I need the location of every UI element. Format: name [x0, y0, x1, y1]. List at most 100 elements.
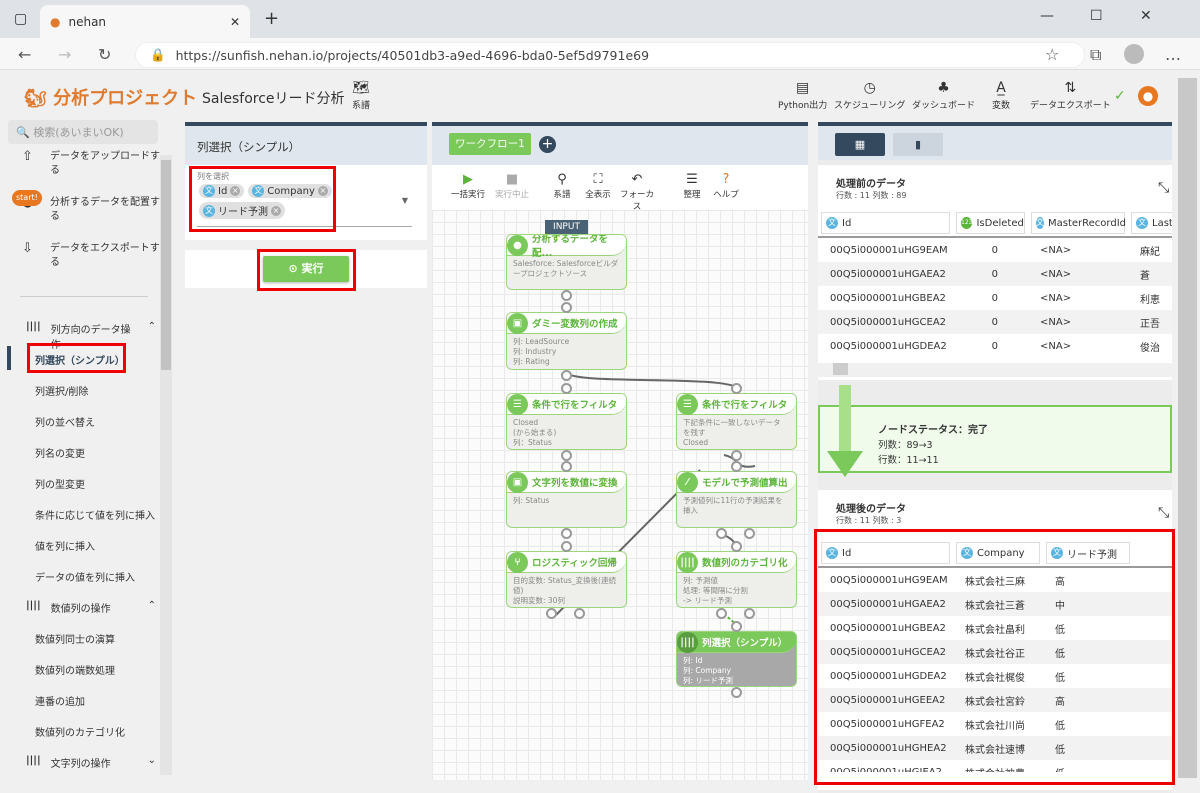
output-port[interactable] — [546, 608, 557, 619]
workflow-tool-button[interactable]: ▶ 一括実行 — [448, 172, 488, 200]
column-name: IsDeleted — [976, 217, 1024, 229]
table-cell: <NA> — [1040, 268, 1072, 280]
output-port[interactable] — [574, 608, 585, 619]
node-type-icon: ⑂ — [507, 552, 528, 573]
input-port[interactable] — [731, 383, 742, 394]
node-header: ● 分析するデータを配... — [507, 234, 626, 259]
node-header: ▣ ダミー変数列の作成 — [507, 313, 626, 334]
workflow-node[interactable]: ☰ 条件で行をフィルタ Closed (から始まる) 列：Status — [506, 393, 627, 450]
table-row[interactable]: 00Q5i000001uHGCEA2 0 <NA> 正吾 — [818, 310, 1172, 334]
column-name: LastNar — [1152, 217, 1172, 229]
node-body: 列: Status — [507, 493, 626, 509]
table-cell: 00Q5i000001uHGAEA2 — [830, 268, 946, 280]
workflow-node[interactable]: ☰ 条件で行をフィルタ 下記条件に一致しないデータ を残す Closed — [676, 393, 797, 450]
node-body-line: ープロジェクトソース — [513, 269, 588, 278]
column-name: Id — [842, 217, 852, 229]
expand-icon[interactable]: ⤡ — [1158, 505, 1169, 521]
table-header: 文 Id 123IsDeleted 文 MasterRecordId 文 LastNar — [818, 210, 1172, 238]
workflow-tool-button[interactable]: ⛶ 全表示 — [578, 172, 618, 200]
node-body-line: 列：Status — [513, 438, 552, 447]
input-port[interactable] — [561, 541, 572, 552]
input-port[interactable] — [561, 383, 572, 394]
horizontal-scrollbar[interactable] — [818, 363, 1172, 377]
table-row[interactable]: 00Q5i000001uHGDEA2 0 <NA> 俊治 — [818, 334, 1172, 358]
table-cell: <NA> — [1040, 316, 1072, 328]
table-cell: 俊治 — [1140, 342, 1160, 354]
table-cell: 0 — [991, 316, 998, 328]
input-port[interactable] — [561, 461, 572, 472]
chart-view-button[interactable]: ▮ — [893, 133, 943, 156]
output-port[interactable] — [561, 528, 572, 539]
tool-label: 系譜 — [553, 190, 571, 200]
window-scroll-thumb[interactable] — [1178, 78, 1197, 778]
node-type-icon: |||| — [677, 552, 698, 573]
workflow-node[interactable]: ▣ 文字列を数値に変換 列: Status — [506, 471, 627, 528]
node-body-line: 列: Rating — [513, 357, 550, 366]
node-header: |||| 数値列のカテゴリ化 — [677, 552, 796, 573]
column-header[interactable]: 文 LastNar — [1131, 212, 1172, 234]
node-body: 列: LeadSource 列: Industry 列: Rating — [507, 334, 626, 369]
output-port[interactable] — [716, 528, 727, 539]
table-row[interactable]: 00Q5i000001uHGAEA2 0 <NA> 蒼 — [818, 262, 1172, 286]
node-body-line: (から始まる) — [513, 428, 557, 437]
output-port[interactable] — [561, 290, 572, 301]
table-row[interactable]: 00Q5i000001uHGBEA2 0 <NA> 利恵 — [818, 286, 1172, 310]
node-type-icon: ● — [507, 235, 528, 256]
workflow-tool-button[interactable]: ? ヘルプ — [706, 172, 746, 200]
node-body: 目的変数: Status_変換後(連続 値) 説明変数: 30列 — [507, 573, 626, 607]
table-cell: 正吾 — [1140, 318, 1160, 330]
expand-icon[interactable]: ⤡ — [1158, 180, 1169, 196]
output-port[interactable] — [716, 608, 727, 619]
node-title: 分析するデータを配... — [532, 234, 609, 259]
output-port[interactable] — [744, 608, 755, 619]
output-port[interactable] — [561, 450, 572, 461]
input-port[interactable] — [561, 302, 572, 313]
stop-icon: ■ — [505, 172, 519, 187]
node-header: |||| 列選択（シンプル） — [677, 632, 796, 653]
workflow-node[interactable]: |||| 列選択（シンプル） 列: Id 列: Company 列: リード予測 — [676, 631, 797, 687]
workflow-tool-button[interactable]: ■ 実行中止 — [492, 172, 532, 200]
after-meta: 行数 : 11 列数 : 3 — [836, 516, 902, 525]
column-name: MasterRecordId — [1048, 217, 1126, 229]
tool-label: フォーカス — [619, 190, 654, 212]
workflow-node[interactable]: |||| 数値列のカテゴリ化 列: 予測値 処理: 等間隔に分割 -> リード予測 — [676, 551, 797, 608]
output-port[interactable] — [731, 450, 742, 461]
node-body-line: 挿入 — [683, 506, 698, 515]
node-body-line: 列: LeadSource — [513, 337, 570, 346]
numeric-type-icon: 123 — [961, 217, 973, 229]
node-body-line: 下記条件に一致しないデータ — [683, 418, 781, 427]
workflow-node[interactable]: ● 分析するデータを配... Salesforce: Salesforceビルダ ープ… — [506, 234, 627, 290]
column-header[interactable]: 123 IsDeleted — [956, 212, 1025, 234]
help-icon: ? — [722, 172, 730, 187]
node-body-line: 列: リード予測 — [683, 676, 733, 685]
table-cell: 00Q5i000001uHG9EAM — [830, 244, 948, 256]
input-port[interactable] — [731, 461, 742, 472]
node-header: ⁄ モデルで予測値算出 — [677, 472, 796, 493]
node-title: 条件で行をフィルタ — [532, 400, 618, 411]
workflow-tool-button[interactable]: ↶ フォーカス — [617, 172, 657, 212]
column-header[interactable]: 文 Id — [821, 212, 950, 234]
workflow-node[interactable]: ▣ ダミー変数列の作成 列: LeadSource 列: Industry 列: Rat… — [506, 312, 627, 370]
node-type-icon: |||| — [677, 632, 698, 653]
output-port[interactable] — [744, 528, 755, 539]
node-body-line: Salesforce: Salesforceビルダ — [513, 259, 619, 268]
column-header[interactable]: 文 MasterRecordId — [1031, 212, 1126, 234]
workflow-tool-button[interactable]: ⚲ 系譜 — [542, 172, 582, 200]
table-view-button[interactable]: ▦ — [835, 133, 885, 156]
workflow-node[interactable]: ⁄ モデルで予測値算出 予測値列に11行の予測結果を 挿入 — [676, 471, 797, 528]
node-body: 列: Id 列: Company 列: リード予測 — [677, 653, 796, 686]
output-port[interactable] — [561, 370, 572, 381]
before-title: 処理前のデータ — [836, 179, 906, 190]
table-cell: 0 — [991, 244, 998, 256]
node-title: モデルで予測値算出 — [702, 478, 788, 489]
node-body-line: 列: Id — [683, 656, 703, 665]
node-body-line: 目的変数: Status_変換後(連続 — [513, 576, 616, 585]
node-header: ☰ 条件で行をフィルタ — [507, 394, 626, 415]
output-port[interactable] — [731, 687, 742, 698]
table-row[interactable]: 00Q5i000001uHG9EAM 0 <NA> 麻紀 — [818, 238, 1172, 262]
workflow-node[interactable]: ⑂ ロジスティック回帰 目的変数: Status_変換後(連続 値) 説明変数: 30列 — [506, 551, 627, 608]
input-port[interactable] — [731, 621, 742, 632]
table-cell: 00Q5i000001uHGCEA2 — [830, 316, 947, 328]
input-port[interactable] — [731, 541, 742, 552]
after-title: 処理後のデータ — [836, 504, 906, 515]
